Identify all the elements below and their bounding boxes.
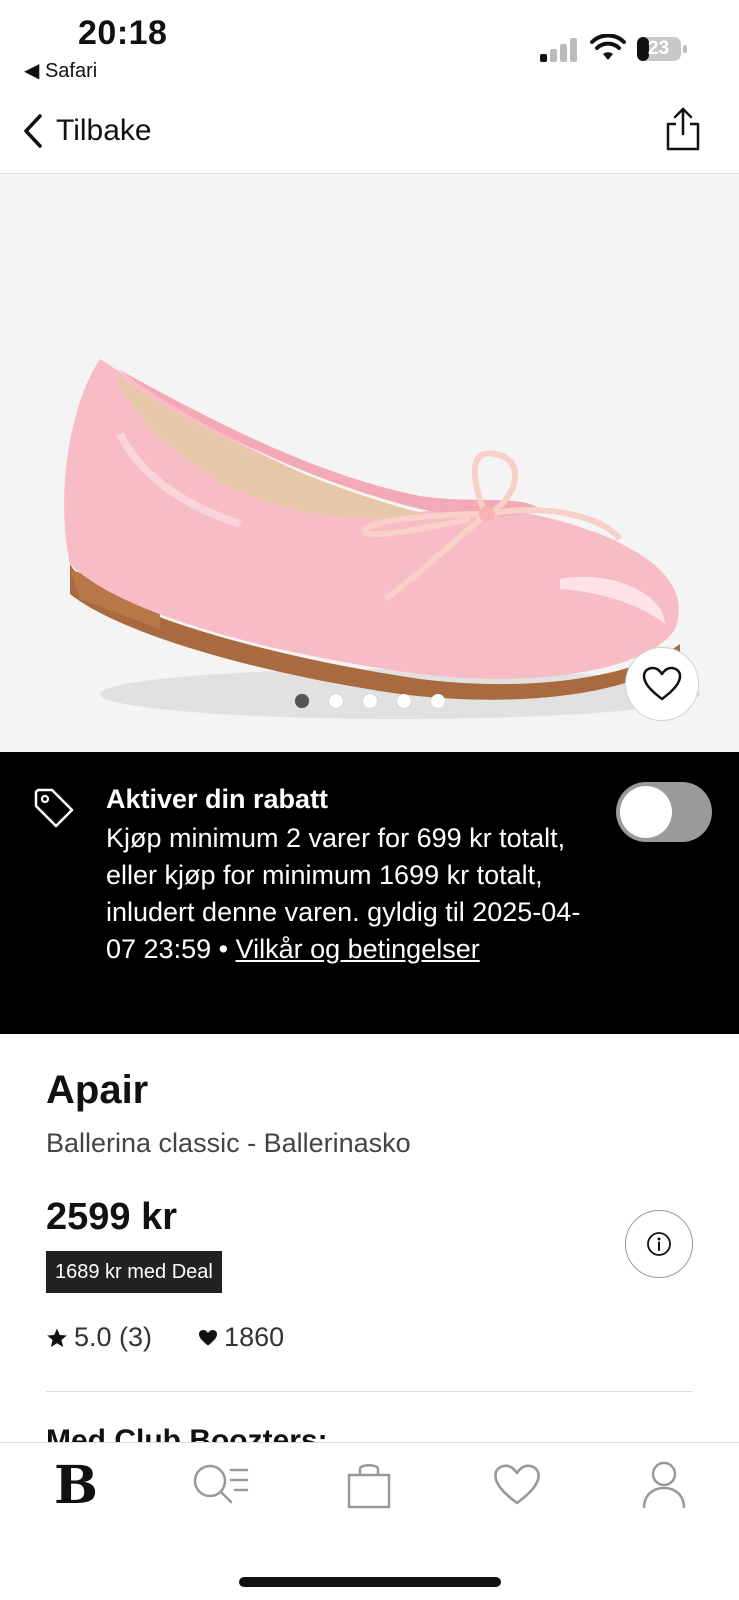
heart-outline-icon [642, 666, 682, 701]
info-icon [647, 1232, 671, 1256]
discount-description: Kjøp minimum 2 varer for 699 kr totalt, … [106, 820, 606, 968]
activate-discount-toggle[interactable] [616, 782, 712, 842]
battery-level: 23 [647, 38, 670, 59]
discount-banner: Aktiver din rabatt Kjøp minimum 2 varer … [0, 752, 739, 1034]
tab-favorites[interactable] [487, 1455, 547, 1515]
divider [46, 1391, 693, 1392]
product-name: Ballerina classic - Ballerinasko [46, 1128, 411, 1158]
pagination-dot[interactable] [431, 694, 445, 708]
search-icon [193, 1464, 249, 1504]
tab-bag[interactable] [339, 1455, 399, 1515]
star-icon [47, 1328, 67, 1347]
home-indicator [239, 1577, 501, 1587]
heart-filled-icon [199, 1329, 218, 1345]
wifi-icon [590, 34, 626, 60]
product-image-gallery[interactable] [0, 174, 739, 752]
brand-name[interactable]: Apair [46, 1068, 148, 1113]
image-pagination[interactable] [295, 694, 445, 708]
back-to-safari-link[interactable]: ◀ Safari [24, 58, 97, 83]
back-label: Tilbake [56, 114, 152, 147]
battery-icon: 23 [636, 35, 688, 63]
tab-profile[interactable] [634, 1455, 694, 1515]
terms-link[interactable]: Vilkår og betingelser [236, 934, 480, 964]
rating[interactable]: 5.0 (3) [46, 1322, 152, 1353]
toggle-knob [620, 786, 672, 838]
price-tag-icon [34, 788, 74, 828]
nav-bar: Tilbake [0, 88, 739, 174]
product-photo [64, 359, 700, 719]
profile-icon [642, 1461, 686, 1509]
back-button[interactable]: Tilbake [22, 108, 152, 154]
shopping-bag-icon [347, 1464, 391, 1509]
chevron-left-icon [24, 114, 42, 148]
discount-title: Aktiver din rabatt [106, 784, 329, 814]
pagination-dot[interactable] [295, 694, 309, 708]
tab-home[interactable]: B [46, 1454, 106, 1516]
share-icon[interactable] [663, 106, 703, 152]
rating-value: 5.0 (3) [74, 1322, 153, 1352]
tab-search[interactable] [190, 1455, 250, 1515]
signal-icon [540, 36, 580, 62]
likes: 1860 [198, 1322, 284, 1353]
bottom-tab-bar: B [0, 1442, 739, 1600]
deal-price-badge: 1689 kr med Deal [46, 1251, 222, 1293]
favorite-button[interactable] [625, 647, 699, 721]
pagination-dot[interactable] [397, 694, 411, 708]
boozt-logo-icon: B [54, 1454, 98, 1516]
status-bar: 20:18 ◀ Safari 23 [0, 0, 739, 88]
product-stats: 5.0 (3) 1860 [46, 1322, 284, 1353]
pagination-dot[interactable] [363, 694, 377, 708]
pagination-dot[interactable] [329, 694, 343, 708]
price-info-button[interactable] [625, 1210, 693, 1278]
price: 2599 kr [46, 1196, 178, 1238]
status-time: 20:18 [78, 14, 168, 52]
heart-icon [494, 1464, 540, 1505]
likes-count: 1860 [224, 1322, 285, 1352]
